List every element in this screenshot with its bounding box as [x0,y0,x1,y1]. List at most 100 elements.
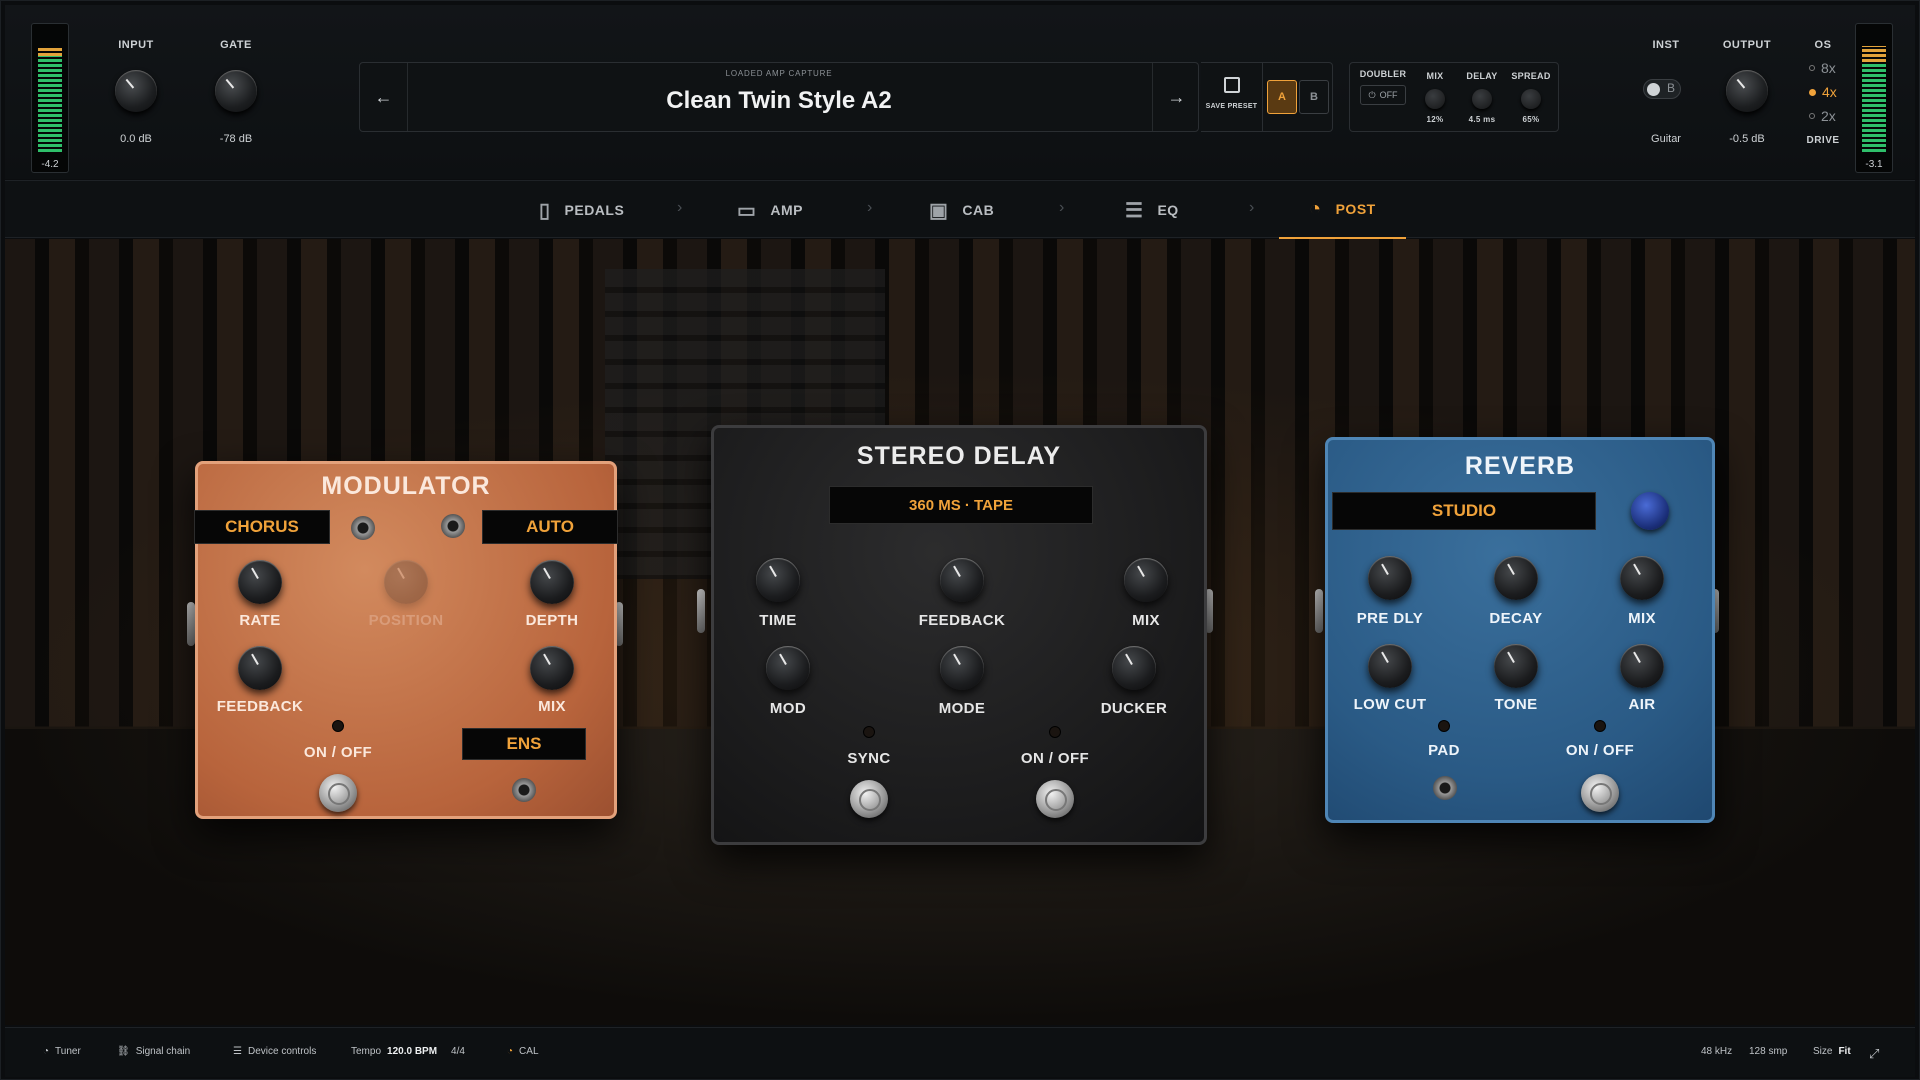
save-preset-button[interactable]: SAVE PRESET [1201,62,1263,132]
input-level-meter: -4.2 [31,23,69,173]
doubler-power-button[interactable]: ⏻ OFF [1360,85,1406,105]
stereo-delay-pedal: STEREO DELAY 360 MS · TAPE TIME FEEDBACK… [711,425,1207,845]
tab-pedals[interactable]: ▯ PEDALS [539,181,624,239]
pedal-stage: MODULATOR CHORUS AUTO RATE POSITION DEPT… [5,239,1915,1025]
os-option-2x[interactable]: 2x [1809,108,1836,124]
modulator-mix-knob[interactable] [530,646,574,690]
fullscreen-button[interactable]: ⤢ [1869,1046,1879,1062]
input-gain-knob[interactable] [115,70,157,112]
prev-preset-button[interactable]: ← [360,63,408,131]
modulator-depth-label: DEPTH [525,612,579,629]
modulator-position-knob[interactable] [384,560,428,604]
doubler-delay-value: 4.5 ms [1468,115,1496,124]
tab-eq[interactable]: ☰ EQ [1125,181,1179,239]
reverb-lowcut-knob[interactable] [1368,644,1412,688]
reverb-tone-knob[interactable] [1494,644,1538,688]
delay-feedback-knob[interactable] [940,558,984,602]
reverb-mix-label: MIX [1628,610,1656,627]
modulator-feedback-knob[interactable] [238,646,282,690]
tab-amp[interactable]: ▭ AMP [737,181,803,239]
size-control[interactable]: Size Fit [1813,1046,1851,1057]
reverb-pad-switch[interactable] [1433,776,1457,800]
reverb-predly-knob[interactable] [1368,556,1412,600]
gate-knob[interactable] [215,70,257,112]
modulator-depth-knob[interactable] [530,560,574,604]
doubler-mix-label: MIX [1426,71,1444,81]
cal-label: CAL [519,1046,539,1057]
delay-time-knob[interactable] [756,558,800,602]
reverb-footswitch[interactable] [1581,774,1619,812]
tempo-label: Tempo [351,1046,382,1057]
radio-selected-icon [1809,88,1816,96]
delay-ducker-knob[interactable] [1112,646,1156,690]
next-preset-button[interactable]: → [1152,63,1200,131]
chevron-right-icon: › [677,199,683,216]
delay-status-led [1049,726,1061,738]
os-option-4x[interactable]: 4x [1809,84,1837,100]
output-label: OUTPUT [1722,39,1772,51]
modulator-ens-switch[interactable] [512,778,536,802]
inst-toggle[interactable] [1643,79,1681,99]
doubler-label: DOUBLER [1359,69,1407,79]
output-knob[interactable] [1726,70,1768,112]
reverb-air-label: AIR [1628,696,1656,713]
delay-sync-label: SYNC [847,750,891,767]
reverb-type-display[interactable]: STUDIO [1332,492,1596,530]
reverb-lowcut-label: LOW CUT [1353,696,1427,713]
reverb-mix-knob[interactable] [1620,556,1664,600]
input-value: 0.0 dB [120,133,152,145]
modulator-mode-display[interactable]: CHORUS [194,510,330,544]
delay-mode-knob[interactable] [940,646,984,690]
tuner-button[interactable]: ◔ Tuner [43,1046,81,1057]
tab-eq-label: EQ [1157,202,1179,218]
input-jack-side [697,589,705,633]
gauge-icon: ◔ [507,1046,514,1057]
reverb-decay-knob[interactable] [1494,556,1538,600]
inst-value: Guitar [1651,133,1681,145]
reverb-tone-label: TONE [1494,696,1538,713]
save-preset-label: SAVE PRESET [1205,103,1258,110]
cal-button[interactable]: ◔ CAL [507,1046,539,1057]
os-2x-label: 2x [1821,108,1836,124]
device-controls-button[interactable]: ☰ Device controls [233,1046,316,1057]
delay-footswitch[interactable] [1036,780,1074,818]
delay-sync-led [863,726,875,738]
chevron-right-icon: › [1249,199,1255,216]
modulator-sync-display[interactable]: AUTO [482,510,618,544]
tab-post-label: POST [1335,201,1376,217]
radio-icon [1809,65,1815,71]
reverb-air-knob[interactable] [1620,644,1664,688]
slot-a-button[interactable]: A [1267,80,1297,114]
output-value: -0.5 dB [1729,133,1765,145]
modulator-ens-display[interactable]: ENS [462,728,586,760]
slot-b-button[interactable]: B [1299,80,1329,114]
os-option-8x[interactable]: 8x [1809,60,1836,76]
modulator-mix-label: MIX [538,698,566,715]
gauge-icon: ◔ [1309,197,1322,220]
modulator-footswitch[interactable] [319,774,357,812]
delay-ducker-label: DUCKER [1100,700,1168,717]
output-meter-value: -3.1 [1865,159,1883,170]
tab-post[interactable]: ◔ POST [1279,181,1406,239]
delay-sync-footswitch[interactable] [850,780,888,818]
reverb-type-selector-knob[interactable] [1631,492,1669,530]
tab-cab[interactable]: ▣ CAB [929,181,994,239]
delay-time-display[interactable]: 360 MS · TAPE [829,486,1093,524]
signal-chain-button[interactable]: ⛓ Signal chain [117,1046,190,1057]
sample-rate-value: 48 kHz [1701,1046,1733,1057]
delay-mod-knob[interactable] [766,646,810,690]
modulator-sync-switch[interactable] [441,514,465,538]
delay-mix-knob[interactable] [1124,558,1168,602]
signal-chain-tabs: ▯ PEDALS › ▭ AMP › ▣ CAB › ☰ EQ › ◔ POST [5,180,1915,239]
eq-sliders-icon: ☰ [1125,199,1144,222]
doubler-delay-knob[interactable] [1472,89,1492,109]
signal-chain-icon: ⛓ [117,1046,130,1057]
doubler-spread-knob[interactable] [1521,89,1541,109]
tempo-control[interactable]: Tempo 120.0 BPM 4/4 [351,1046,465,1057]
preset-name[interactable]: Clean Twin Style A2 [408,87,1150,115]
doubler-mix-knob[interactable] [1425,89,1445,109]
inst-toggle-label: B [1667,81,1676,95]
modulator-rate-label: RATE [239,612,281,629]
modulator-mode-switch[interactable] [351,516,375,540]
modulator-rate-knob[interactable] [238,560,282,604]
